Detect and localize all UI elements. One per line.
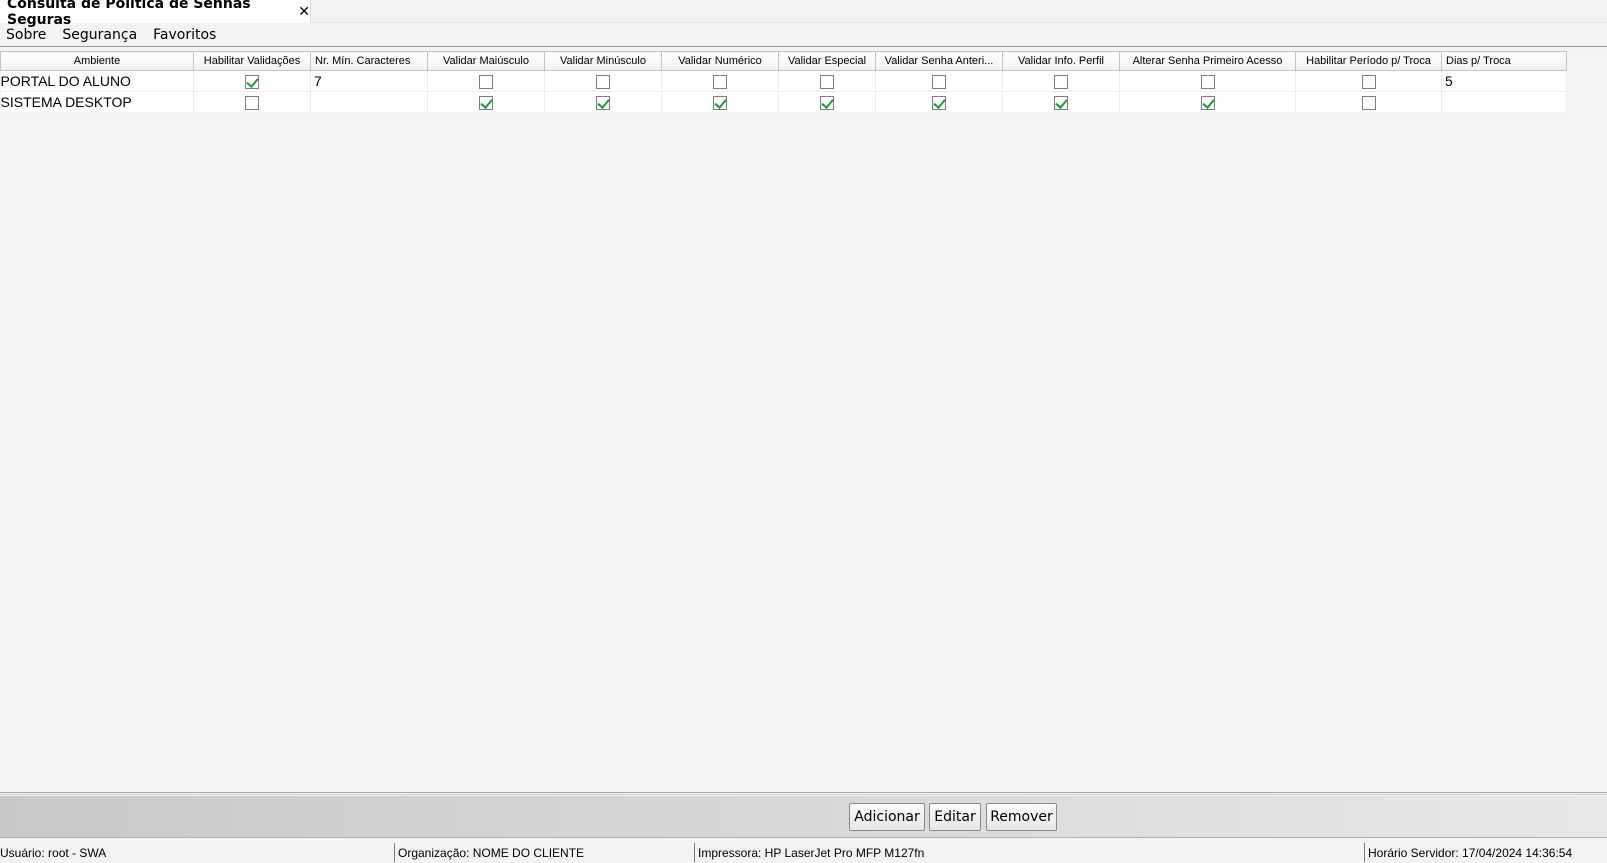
checkbox-unchecked[interactable] [1054, 75, 1068, 90]
toolbar-divider [0, 792, 1607, 795]
column-header[interactable]: Alterar Senha Primeiro Acesso [1119, 51, 1296, 71]
column-header[interactable]: Validar Maiúsculo [427, 51, 545, 71]
tab-bar: Consulta de Política de Senhas Seguras ✕ [0, 0, 1607, 28]
checkbox-checked[interactable] [596, 96, 610, 111]
password-policy-table: Ambiente Habilitar Validações Nr. Mín. Car… [0, 51, 1567, 113]
table-cell-validar-senha-anterior [875, 70, 1003, 92]
column-header[interactable]: Validar Numérico [661, 51, 779, 71]
table-cell-validar-minusculo [544, 70, 662, 92]
column-header[interactable]: Validar Minúsculo [544, 51, 662, 71]
table-cell-validar-numerico [661, 91, 779, 113]
status-server-time: Horário Servidor: 17/04/2024 14:36:54 [1364, 843, 1607, 862]
checkbox-unchecked[interactable] [1361, 96, 1376, 111]
checkbox-checked[interactable] [245, 75, 259, 90]
checkbox-unchecked[interactable] [820, 75, 834, 90]
edit-button[interactable]: Editar [929, 803, 981, 831]
table-cell-validar-info-perfil [1002, 91, 1120, 113]
column-header[interactable]: Validar Senha Anteri... [875, 51, 1003, 71]
table-cell-ambiente: SISTEMA DESKTOP [0, 91, 194, 113]
close-icon[interactable]: ✕ [298, 4, 310, 20]
table-cell-validar-maiusculo [427, 70, 545, 92]
checkbox-unchecked[interactable] [479, 75, 493, 90]
column-header[interactable]: Ambiente [0, 51, 194, 71]
table-cell-dias-troca [1441, 91, 1567, 113]
table-cell-validar-maiusculo [427, 91, 545, 113]
tab-senhas-seguras[interactable]: Consulta de Política de Senhas Seguras ✕ [0, 0, 311, 28]
checkbox-checked[interactable] [713, 96, 727, 111]
table-row[interactable]: SISTEMA DESKTOP [0, 91, 1567, 113]
table-cell-validar-numerico [661, 70, 779, 92]
table-row[interactable]: PORTAL DO ALUNO 7 5 [0, 70, 1567, 92]
table-cell-ambiente: PORTAL DO ALUNO [0, 70, 194, 92]
column-header[interactable]: Nr. Mín. Caracteres [310, 51, 428, 71]
column-header[interactable]: Habilitar Validações [193, 51, 311, 71]
table-cell-validar-especial [778, 91, 876, 113]
remove-button[interactable]: Remover [986, 803, 1057, 831]
table-cell-validar-especial [778, 70, 876, 92]
table-cell-nr-min-caracteres: 7 [310, 70, 428, 92]
menu-bar: Sobre Segurança Favoritos [0, 24, 1607, 46]
table-cell-habilitar-validacoes [193, 70, 311, 92]
checkbox-unchecked[interactable] [1361, 75, 1376, 90]
table-container[interactable]: Ambiente Habilitar Validações Nr. Mín. Car… [0, 51, 1607, 792]
status-bar: Usuário: root - SWA Organização: NOME DO… [0, 841, 1607, 863]
menu-sobre[interactable]: Sobre [0, 27, 52, 43]
table-cell-alterar-senha-primeiro-acesso [1119, 91, 1296, 113]
table-cell-nr-min-caracteres [310, 91, 428, 113]
menu-divider [0, 46, 1607, 47]
checkbox-checked[interactable] [1200, 96, 1215, 111]
table-cell-validar-info-perfil [1002, 70, 1120, 92]
column-header[interactable]: Dias p/ Troca [1441, 51, 1567, 71]
menu-seguranca[interactable]: Segurança [56, 27, 143, 43]
action-toolbar: Adicionar Editar Remover [0, 796, 1607, 838]
table-header-row: Ambiente Habilitar Validações Nr. Mín. Car… [0, 51, 1567, 71]
checkbox-checked[interactable] [932, 96, 946, 111]
table-cell-validar-minusculo [544, 91, 662, 113]
status-organization: Organização: NOME DO CLIENTE [394, 843, 694, 862]
table-cell-habilitar-validacoes [193, 91, 311, 113]
checkbox-checked[interactable] [479, 96, 493, 111]
column-header[interactable]: Habilitar Período p/ Troca [1295, 51, 1442, 71]
checkbox-unchecked[interactable] [932, 75, 946, 90]
status-user: Usuário: root - SWA [0, 845, 107, 860]
status-printer: Impressora: HP LaserJet Pro MFP M127fn [694, 843, 1364, 862]
checkbox-checked[interactable] [1054, 96, 1068, 111]
add-button[interactable]: Adicionar [849, 803, 925, 831]
checkbox-unchecked[interactable] [1200, 75, 1215, 90]
table-cell-habilitar-periodo-troca [1295, 91, 1442, 113]
table-cell-habilitar-periodo-troca [1295, 70, 1442, 92]
checkbox-unchecked[interactable] [245, 96, 259, 111]
column-header[interactable]: Validar Especial [778, 51, 876, 71]
checkbox-checked[interactable] [820, 96, 834, 111]
checkbox-unchecked[interactable] [596, 75, 610, 90]
table-cell-validar-senha-anterior [875, 91, 1003, 113]
table-body: PORTAL DO ALUNO 7 5 SISTEMA DESKTOP [0, 70, 1567, 113]
checkbox-unchecked[interactable] [713, 75, 727, 90]
column-header[interactable]: Validar Info. Perfil [1002, 51, 1120, 71]
table-cell-dias-troca: 5 [1441, 70, 1567, 92]
table-cell-alterar-senha-primeiro-acesso [1119, 70, 1296, 92]
menu-favoritos[interactable]: Favoritos [147, 27, 222, 43]
